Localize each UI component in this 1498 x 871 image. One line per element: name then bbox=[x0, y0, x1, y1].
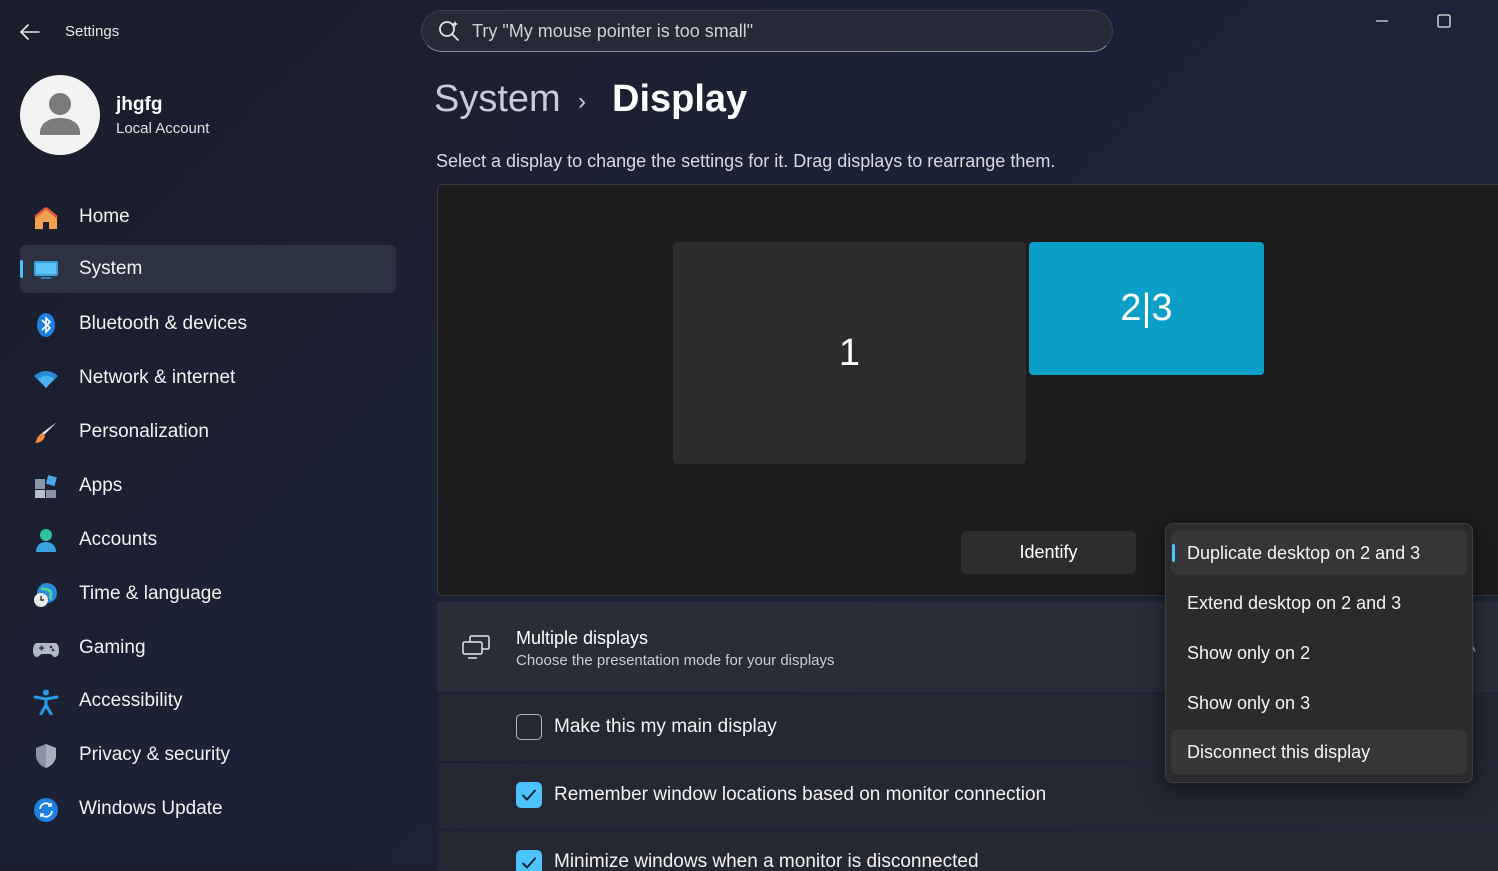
monitor-1[interactable]: 1 bbox=[673, 242, 1026, 464]
window-title: Settings bbox=[65, 23, 120, 40]
account-type: Local Account bbox=[116, 120, 210, 137]
sidebar-item-home[interactable]: Home bbox=[20, 193, 396, 241]
option-row-minimize-windows: Minimize windows when a monitor is disco… bbox=[437, 831, 1498, 871]
sidebar-item-windows-update[interactable]: Windows Update bbox=[20, 785, 396, 833]
page-description: Select a display to change the settings … bbox=[436, 151, 1056, 171]
remember-windows-checkbox[interactable] bbox=[516, 782, 542, 808]
sidebar-item-label: Privacy & security bbox=[79, 744, 230, 765]
search-input[interactable] bbox=[472, 19, 1092, 43]
accounts-icon bbox=[33, 528, 59, 554]
globe-clock-icon bbox=[33, 582, 59, 608]
menu-item-show-only-3[interactable]: Show only on 3 bbox=[1171, 681, 1467, 725]
sidebar-item-label: Apps bbox=[79, 475, 123, 496]
menu-item-extend[interactable]: Extend desktop on 2 and 3 bbox=[1171, 581, 1467, 625]
maximize-icon bbox=[1437, 14, 1451, 28]
wifi-icon bbox=[33, 366, 59, 392]
breadcrumb-separator: › bbox=[578, 88, 586, 115]
sidebar-item-personalization[interactable]: Personalization bbox=[20, 408, 396, 456]
sidebar-item-bluetooth[interactable]: Bluetooth & devices bbox=[20, 300, 396, 348]
brush-icon bbox=[33, 420, 59, 446]
monitor-2-3[interactable]: 2|3 bbox=[1029, 242, 1264, 375]
user-name: jhgfg bbox=[116, 94, 163, 115]
maximize-button[interactable] bbox=[1424, 6, 1464, 36]
menu-item-disconnect[interactable]: Disconnect this display bbox=[1171, 730, 1467, 774]
sidebar-item-gaming[interactable]: Gaming bbox=[20, 624, 396, 672]
sidebar-item-label: Bluetooth & devices bbox=[79, 313, 247, 334]
minimize-button[interactable] bbox=[1362, 6, 1402, 36]
sidebar-item-label: Network & internet bbox=[79, 367, 236, 388]
minimize-windows-checkbox[interactable] bbox=[516, 850, 542, 871]
sidebar-item-apps[interactable]: Apps bbox=[20, 462, 396, 510]
sidebar-item-label: System bbox=[79, 258, 143, 279]
sidebar-item-network[interactable]: Network & internet bbox=[20, 354, 396, 402]
sidebar-item-label: Gaming bbox=[79, 637, 146, 658]
back-button[interactable] bbox=[14, 18, 46, 46]
bluetooth-icon bbox=[33, 312, 59, 338]
menu-item-label: Show only on 3 bbox=[1187, 692, 1311, 713]
back-arrow-icon bbox=[20, 24, 40, 40]
main-display-checkbox[interactable] bbox=[516, 714, 542, 740]
person-icon bbox=[40, 93, 80, 135]
minimize-windows-label: Minimize windows when a monitor is disco… bbox=[554, 851, 979, 871]
sidebar-item-label: Home bbox=[79, 206, 130, 227]
multiple-displays-title: Multiple displays bbox=[516, 628, 649, 648]
sidebar-item-system[interactable]: System bbox=[20, 245, 396, 293]
remember-windows-label: Remember window locations based on monit… bbox=[554, 784, 1047, 805]
update-icon bbox=[33, 797, 59, 823]
checkmark-icon bbox=[522, 789, 536, 801]
main-display-label: Make this my main display bbox=[554, 716, 777, 737]
sidebar-item-label: Time & language bbox=[79, 583, 222, 604]
page-title: Display bbox=[612, 78, 748, 120]
apps-icon bbox=[33, 474, 59, 500]
menu-item-label: Show only on 2 bbox=[1187, 642, 1311, 663]
sidebar-item-label: Windows Update bbox=[79, 798, 223, 819]
system-icon bbox=[33, 257, 59, 283]
sidebar-item-accounts[interactable]: Accounts bbox=[20, 516, 396, 564]
selection-indicator bbox=[20, 260, 23, 278]
avatar[interactable] bbox=[20, 75, 100, 155]
minimize-icon bbox=[1376, 20, 1388, 22]
multiple-displays-subtitle: Choose the presentation mode for your di… bbox=[516, 652, 835, 669]
search-icon bbox=[436, 18, 462, 44]
sidebar-item-label: Accounts bbox=[79, 529, 158, 550]
sidebar-item-privacy-security[interactable]: Privacy & security bbox=[20, 731, 396, 779]
sidebar-item-label: Accessibility bbox=[79, 690, 183, 711]
menu-item-label: Extend desktop on 2 and 3 bbox=[1187, 592, 1402, 613]
sidebar-item-accessibility[interactable]: Accessibility bbox=[20, 677, 396, 725]
selection-indicator bbox=[1172, 544, 1175, 562]
checkmark-icon bbox=[522, 857, 536, 869]
menu-item-show-only-2[interactable]: Show only on 2 bbox=[1171, 631, 1467, 675]
menu-item-label: Duplicate desktop on 2 and 3 bbox=[1187, 542, 1421, 563]
menu-item-duplicate[interactable]: Duplicate desktop on 2 and 3 bbox=[1171, 531, 1467, 575]
multiple-displays-icon bbox=[461, 634, 491, 660]
identify-button[interactable]: Identify bbox=[961, 531, 1136, 574]
gamepad-icon bbox=[33, 636, 59, 662]
sidebar-item-label: Personalization bbox=[79, 421, 209, 442]
accessibility-icon bbox=[33, 689, 59, 716]
sidebar-item-time-language[interactable]: Time & language bbox=[20, 570, 396, 618]
menu-item-label: Disconnect this display bbox=[1187, 741, 1371, 762]
shield-icon bbox=[33, 743, 59, 769]
home-icon bbox=[33, 205, 59, 231]
breadcrumb-parent[interactable]: System bbox=[434, 78, 561, 121]
